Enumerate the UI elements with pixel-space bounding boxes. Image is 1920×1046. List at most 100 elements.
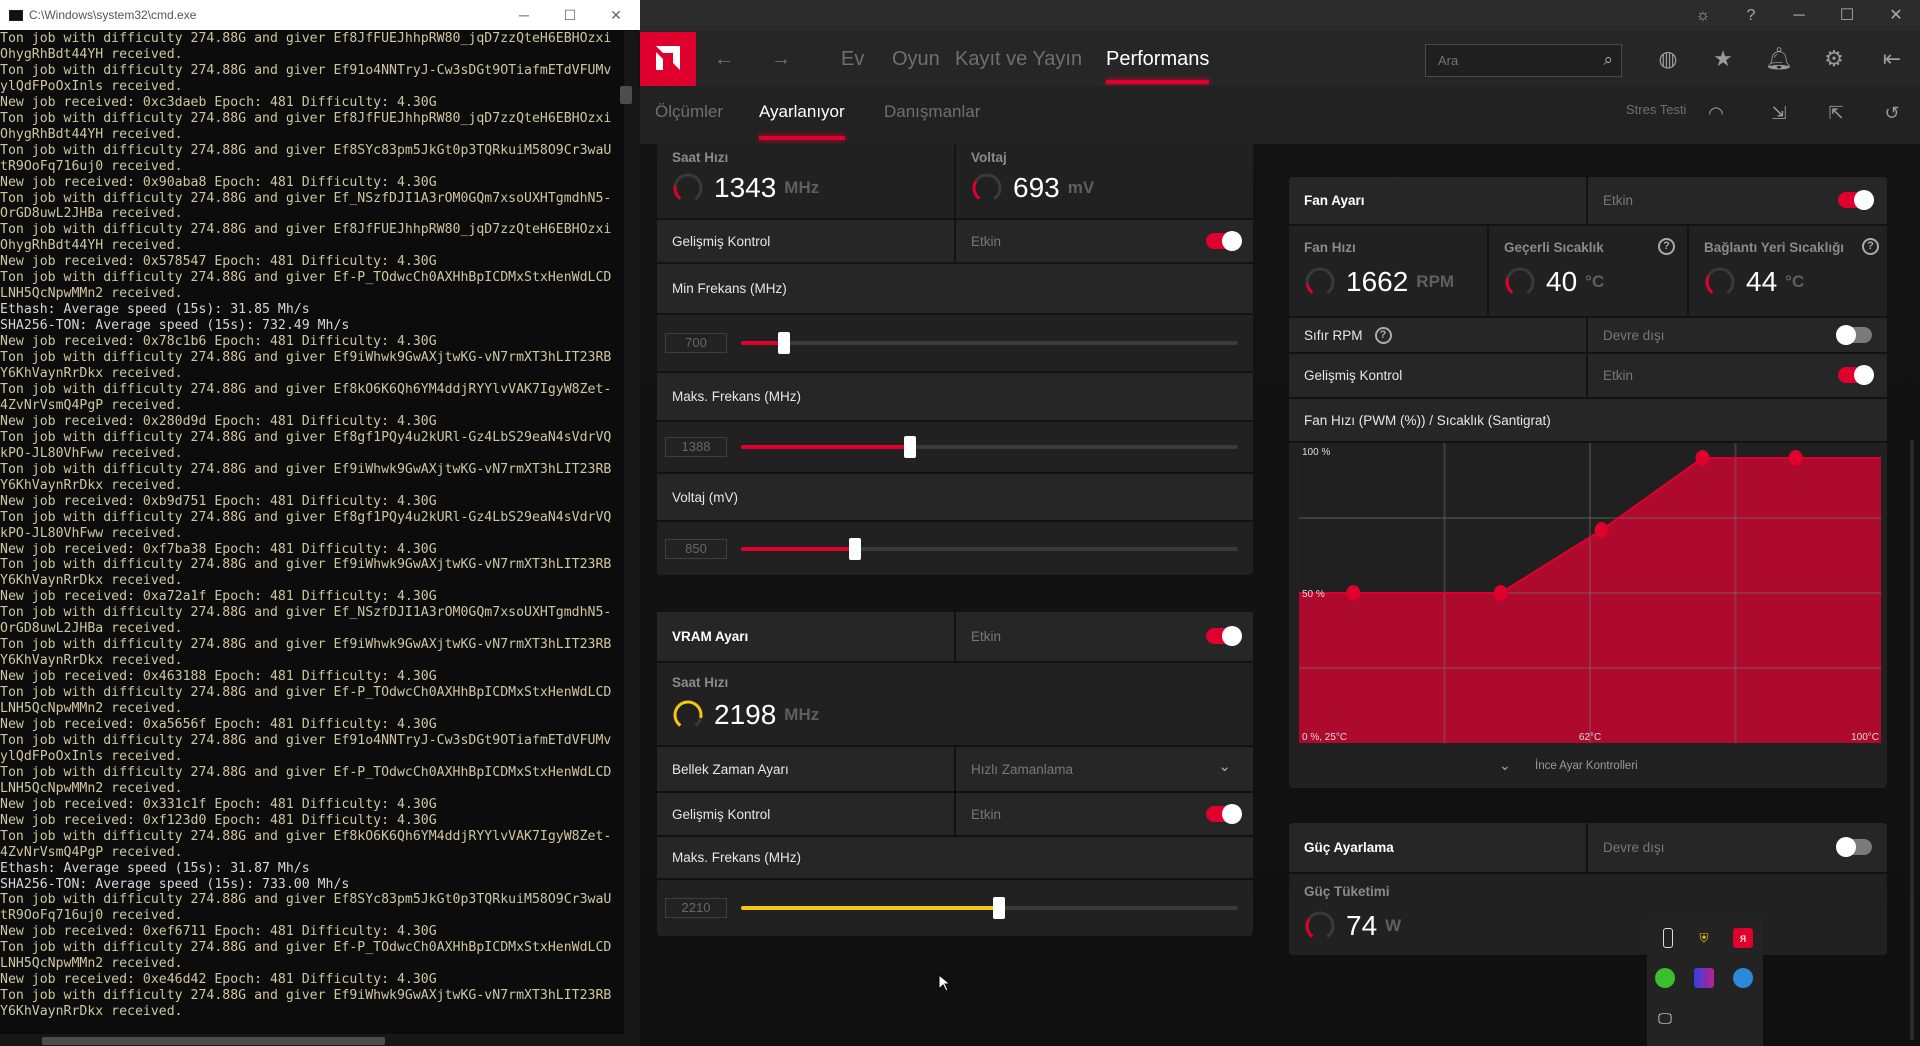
close-icon[interactable]: ✕: [1876, 0, 1916, 32]
fan-toggle[interactable]: [1838, 190, 1874, 210]
network-icon[interactable]: 🖵︎: [1655, 1008, 1675, 1028]
export-icon[interactable]: ⇱: [1821, 98, 1851, 128]
slider-track[interactable]: [741, 537, 1238, 560]
console-line: Ton job with difficulty 274.88G and give…: [0, 62, 612, 78]
slider-value-input[interactable]: 850: [665, 538, 727, 559]
close-icon[interactable]: ✕: [593, 0, 639, 30]
tab-ayarlaniyor[interactable]: Ayarlanıyor: [759, 86, 845, 144]
power-state-label: Devre dışı: [1603, 840, 1665, 855]
power-consumption-label: Güç Tüketimi: [1304, 884, 1390, 899]
forward-button[interactable]: →: [771, 32, 791, 86]
tab-danismanlar[interactable]: Danışmanlar: [884, 86, 980, 144]
top-nav: ← → Ev Oyun Kayıt ve Yayın Performans ⌕ …: [640, 32, 1920, 86]
slider-thumb[interactable]: [993, 897, 1006, 919]
bell-icon[interactable]: 🔔︎: [1762, 42, 1796, 76]
usb-eject-icon[interactable]: [1663, 928, 1673, 948]
vram-max-freq-label: Maks. Frekans (MHz): [672, 850, 802, 865]
vram-toggle[interactable]: [1206, 626, 1242, 646]
bug-report-icon[interactable]: ☼: [1683, 0, 1723, 32]
globe-icon[interactable]: ◍: [1651, 42, 1685, 76]
slider-value-input[interactable]: 1388: [665, 437, 727, 457]
console-line: Y6KhVaynRrDkx received.: [0, 653, 183, 669]
curve-point[interactable]: [1695, 450, 1710, 466]
help-icon[interactable]: ?: [1374, 326, 1392, 344]
search-box[interactable]: ⌕: [1425, 44, 1622, 77]
sidebar-toggle-icon[interactable]: ⇤: [1875, 42, 1909, 76]
fan-curve-chart[interactable]: 100 % 50 % 0 %, 25°C 62°C 100°C: [1299, 443, 1881, 743]
star-icon[interactable]: ★: [1706, 42, 1740, 76]
maximize-icon[interactable]: ☐: [1827, 0, 1867, 32]
help-icon[interactable]: ?: [1658, 238, 1675, 255]
slider-thumb[interactable]: [849, 537, 862, 560]
slider-track[interactable]: [741, 332, 1238, 354]
amd-icon[interactable]: ᴙ: [1733, 928, 1753, 948]
chat-icon[interactable]: [1733, 968, 1753, 988]
curve-point[interactable]: [1346, 585, 1361, 601]
chevron-down-icon[interactable]: ⌄: [1218, 757, 1231, 775]
vertical-scrollbar[interactable]: [620, 31, 640, 1034]
amd-logo[interactable]: [640, 32, 696, 86]
slider-thumb[interactable]: [903, 436, 916, 458]
memory-timing-dropdown[interactable]: Hızlı Zamanlama ⌄: [956, 747, 1253, 791]
power-toggle[interactable]: [1836, 837, 1872, 857]
scroll-thumb[interactable]: [620, 86, 632, 104]
import-icon[interactable]: ⇲: [1764, 98, 1794, 128]
security-warning-icon[interactable]: ⛨: [1694, 928, 1714, 948]
slider-track[interactable]: [741, 897, 1238, 919]
nav-oyun[interactable]: Oyun: [892, 32, 940, 86]
curve-point[interactable]: [1788, 450, 1803, 466]
console-line: Ton job with difficulty 274.88G and give…: [0, 509, 612, 525]
razer-icon[interactable]: [1655, 968, 1675, 988]
console-line: Ton job with difficulty 274.88G and give…: [0, 605, 612, 621]
maximize-icon[interactable]: ☐: [547, 0, 593, 30]
page-scrollbar[interactable]: [1910, 440, 1914, 1040]
vram-advanced-state: Etkin: [956, 793, 1253, 835]
slider-value-input[interactable]: 700: [665, 333, 727, 353]
gpu-advanced-label: Gelişmiş Kontrol: [672, 233, 771, 249]
scroll-thumb[interactable]: [42, 1037, 385, 1045]
gpu-advanced-toggle[interactable]: [1206, 231, 1242, 251]
fine-tune-controls-link[interactable]: İnce Ayar Kontrolleri: [1535, 760, 1638, 772]
console-line: Ton job with difficulty 274.88G and give…: [0, 31, 612, 46]
nav-kayit-ve-yayin[interactable]: Kayıt ve Yayın: [955, 32, 1082, 86]
fan-advanced-toggle[interactable]: [1838, 365, 1874, 385]
minimize-icon[interactable]: ─: [1779, 0, 1819, 32]
console-line: Ton job with difficulty 274.88G and give…: [0, 270, 612, 286]
console-line: SHA256-TON: Average speed (15s): 732.49 …: [0, 318, 350, 334]
stress-test-label[interactable]: Stres Testi: [1626, 86, 1686, 144]
slider-thumb[interactable]: [778, 332, 791, 354]
slider-value-input[interactable]: 2210: [665, 898, 727, 918]
back-button[interactable]: ←: [714, 32, 734, 86]
reset-icon[interactable]: ↺: [1877, 98, 1907, 128]
curve-point[interactable]: [1493, 585, 1508, 601]
power-state: Devre dışı: [1588, 823, 1887, 872]
power-header: Güç Ayarlama: [1289, 823, 1586, 872]
search-input[interactable]: [1426, 45, 1576, 76]
vram-state: Etkin: [956, 612, 1253, 661]
help-icon[interactable]: ?: [1862, 238, 1879, 255]
gauge-icon[interactable]: ◠: [1701, 98, 1731, 128]
curve-point[interactable]: [1594, 522, 1609, 538]
console-line: Ton job with difficulty 274.88G and give…: [0, 828, 612, 844]
power-consumption-unit: W: [1385, 916, 1402, 935]
nav-ev[interactable]: Ev: [841, 32, 864, 86]
nav-performans[interactable]: Performans: [1106, 32, 1210, 86]
chevron-down-icon[interactable]: ⌄: [1499, 757, 1511, 774]
vram-advanced-toggle[interactable]: [1206, 804, 1242, 824]
minimize-icon[interactable]: ─: [501, 0, 547, 30]
horizontal-scrollbar[interactable]: [0, 1034, 640, 1046]
console-line: LNH5QcNpwMMn2 received.: [0, 701, 183, 717]
gear-icon[interactable]: ⚙: [1817, 42, 1851, 76]
gpu-clock-value: 1343: [714, 172, 777, 203]
tab-olcumler[interactable]: Ölçümler: [655, 86, 723, 144]
slider-track[interactable]: [741, 436, 1238, 458]
zero-rpm-toggle[interactable]: [1836, 325, 1872, 345]
vram-clock-label: Saat Hızı: [672, 675, 729, 690]
x-tick-mid: 62°C: [1579, 732, 1601, 743]
app-icon[interactable]: [1694, 968, 1714, 988]
console-line: SHA256-TON: Average speed (15s): 733.00 …: [0, 876, 350, 892]
search-icon[interactable]: ⌕: [1603, 50, 1613, 70]
console-line: New job received: 0x280d9d Epoch: 481 Di…: [0, 413, 437, 429]
help-icon[interactable]: ?: [1731, 0, 1771, 32]
console-line: tR9OoFq716uj0 received.: [0, 158, 183, 174]
